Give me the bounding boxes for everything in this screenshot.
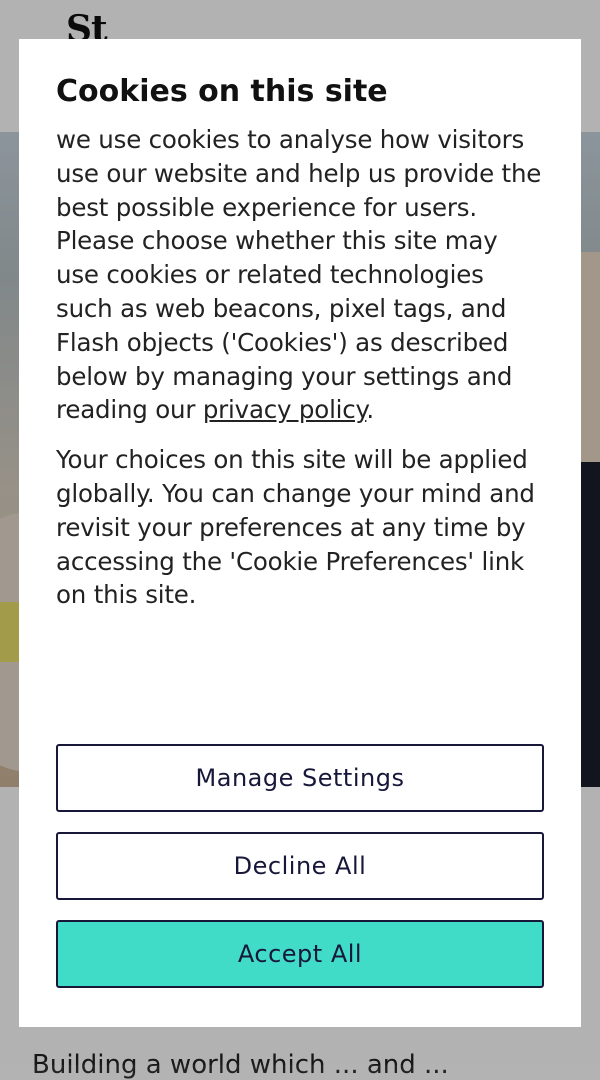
privacy-policy-link[interactable]: privacy policy <box>203 395 367 424</box>
global-choices-note: Your choices on this site will be applie… <box>56 445 535 610</box>
decline-all-button[interactable]: Decline All <box>56 832 544 900</box>
manage-settings-button[interactable]: Manage Settings <box>56 744 544 812</box>
cookie-consent-dialog: Cookies on this site we use cookies to a… <box>19 39 581 1027</box>
dialog-title: Cookies on this site <box>56 74 388 109</box>
cookie-description-end: . <box>366 395 374 425</box>
cookie-description: we use cookies to analyse how visitors u… <box>56 123 544 427</box>
cookie-description-text: we use cookies to analyse how visitors u… <box>56 125 542 425</box>
accept-all-button[interactable]: Accept All <box>56 920 544 988</box>
